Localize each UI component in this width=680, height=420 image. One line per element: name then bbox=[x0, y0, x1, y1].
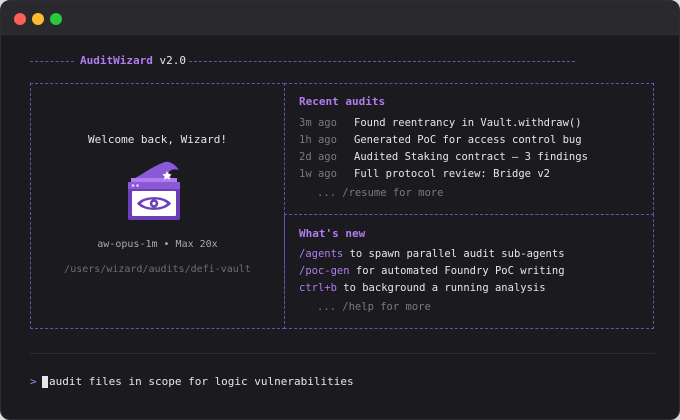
title-bar bbox=[1, 1, 679, 36]
audit-time: 3m ago bbox=[299, 117, 337, 129]
text-cursor bbox=[42, 376, 48, 388]
audit-description: Audited Staking contract – 3 findings bbox=[354, 151, 588, 163]
app-brand: AuditWizard bbox=[80, 54, 153, 67]
header-divider-right bbox=[189, 61, 575, 62]
app-title: AuditWizard v2.0 bbox=[80, 54, 186, 68]
model-info: aw-opus-1m • Max 20x bbox=[97, 239, 218, 250]
audit-time: 2d ago bbox=[299, 151, 337, 163]
audit-time: 1w ago bbox=[299, 168, 337, 180]
command-description: to spawn parallel audit sub-agents bbox=[343, 248, 565, 260]
maximize-window-button[interactable] bbox=[50, 13, 62, 25]
audit-description: Full protocol review: Bridge v2 bbox=[354, 168, 550, 180]
app-version: v2.0 bbox=[159, 54, 186, 67]
command-description: to background a running analysis bbox=[336, 282, 546, 294]
terminal-window: AuditWizard v2.0 Welcome back, Wizard! a… bbox=[0, 0, 680, 420]
close-window-button[interactable] bbox=[14, 13, 26, 25]
resume-more-hint: ... /resume for more bbox=[317, 187, 444, 199]
minimize-window-button[interactable] bbox=[32, 13, 44, 25]
command-name: ctrl+b bbox=[299, 282, 337, 294]
welcome-message: Welcome back, Wizard! bbox=[87, 133, 228, 146]
command-name: /poc-gen bbox=[299, 265, 350, 277]
working-directory: /users/wizard/audits/defi-vault bbox=[64, 264, 251, 275]
whats-new-title: What's new bbox=[299, 227, 366, 240]
prompt-divider bbox=[30, 353, 655, 354]
help-more-hint: ... /help for more bbox=[317, 301, 431, 313]
audit-description: Generated PoC for access control bug bbox=[354, 134, 582, 146]
header-divider-left bbox=[30, 61, 74, 62]
command-name: /agents bbox=[299, 248, 344, 260]
command-description: for automated Foundry PoC writing bbox=[349, 265, 565, 277]
audit-description: Found reentrancy in Vault.withdraw() bbox=[354, 117, 582, 129]
whats-new-item: /agents to spawn parallel audit sub-agen… bbox=[299, 247, 565, 261]
recent-audits-title: Recent audits bbox=[299, 95, 386, 108]
whats-new-item: ctrl+b to background a running analysis bbox=[299, 281, 546, 295]
audit-time: 1h ago bbox=[299, 134, 337, 146]
whats-new-item: /poc-gen for automated Foundry PoC writi… bbox=[299, 264, 565, 278]
prompt-marker: > bbox=[30, 375, 37, 388]
prompt-input[interactable]: audit files in scope for logic vulnerabi… bbox=[49, 375, 354, 389]
wizard-hat-eye-window-icon bbox=[128, 161, 180, 220]
